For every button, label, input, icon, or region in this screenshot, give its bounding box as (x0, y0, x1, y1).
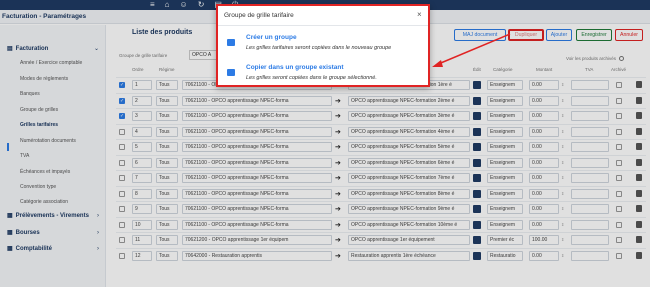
arrow-head (432, 60, 443, 67)
arrow-line (435, 33, 511, 66)
annotation-arrow (432, 33, 511, 67)
